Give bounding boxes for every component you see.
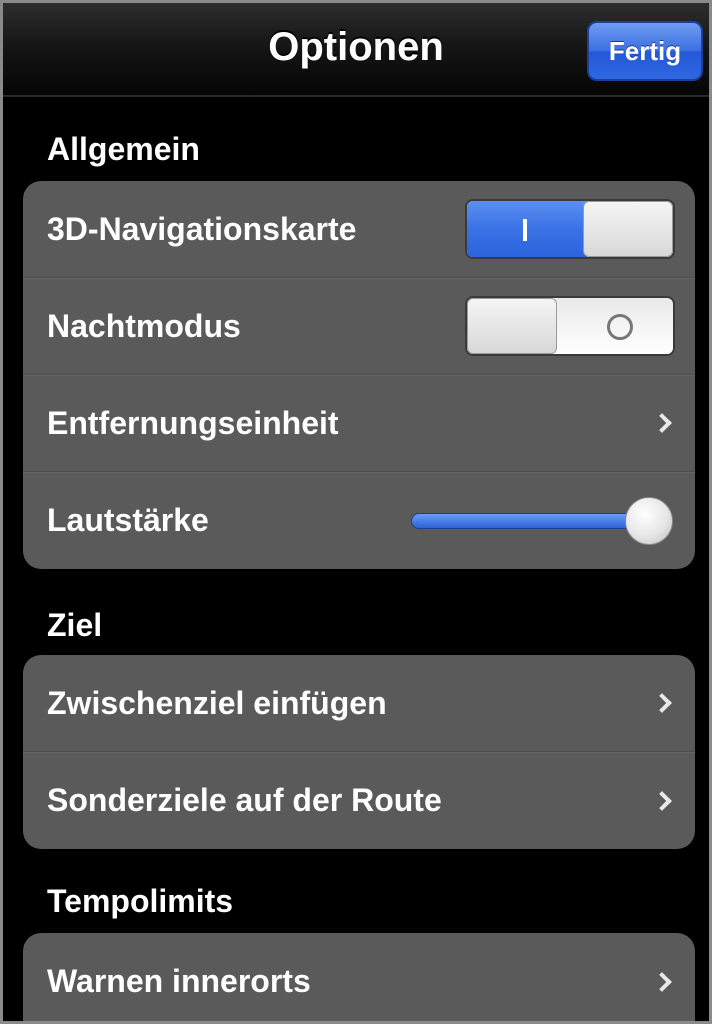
row-label-warn-urban: Warnen innerorts <box>47 963 311 999</box>
section-header-destination: Ziel <box>47 607 103 643</box>
chevron-right-icon <box>652 790 672 811</box>
row-label-volume: Lautstärke <box>47 502 209 538</box>
row-label-night-mode: Nachtmodus <box>47 307 241 344</box>
toggle-off-mark <box>607 314 633 340</box>
section-header-speed-limits: Tempolimits <box>47 883 234 919</box>
section-header-general: Allgemein <box>47 131 200 167</box>
toggle-on-mark <box>523 219 527 241</box>
row-night-mode: Nachtmodus <box>23 278 695 375</box>
row-poi-on-route[interactable]: Sonderziele auf der Route <box>23 752 695 849</box>
done-button[interactable]: Fertig <box>587 21 703 81</box>
row-label-distance-unit: Entfernungseinheit <box>47 404 339 441</box>
volume-slider[interactable] <box>411 491 673 551</box>
3d-map-toggle[interactable] <box>465 199 675 259</box>
chevron-right-icon <box>652 413 672 433</box>
row-volume: Lautstärke <box>23 472 695 569</box>
row-label-add-waypoint: Zwischenziel einfügen <box>47 684 387 721</box>
chevron-right-icon <box>652 971 672 992</box>
group-speed-limits: Warnen innerorts <box>23 933 695 1021</box>
row-distance-unit[interactable]: Entfernungseinheit <box>23 375 695 472</box>
row-add-waypoint[interactable]: Zwischenziel einfügen <box>23 655 695 752</box>
group-general: 3D-Navigationskarte Nachtmodus Entfernun… <box>23 181 695 569</box>
night-mode-toggle[interactable] <box>465 296 675 356</box>
navigation-bar: Optionen Fertig <box>3 3 709 97</box>
row-3d-map: 3D-Navigationskarte <box>23 181 695 278</box>
options-screen: Optionen Fertig Allgemein 3D-Navigations… <box>0 0 712 1024</box>
row-label-poi-on-route: Sonderziele auf der Route <box>47 782 442 818</box>
toggle-on-fill <box>467 201 587 257</box>
chevron-right-icon <box>652 693 672 713</box>
volume-slider-track <box>411 512 651 529</box>
toggle-knob <box>583 201 673 257</box>
toggle-knob <box>467 298 557 354</box>
group-destination: Zwischenziel einfügen Sonderziele auf de… <box>23 655 695 849</box>
row-warn-urban[interactable]: Warnen innerorts <box>23 933 695 1021</box>
row-label-3d-map: 3D-Navigationskarte <box>47 210 357 247</box>
volume-slider-thumb[interactable] <box>625 496 673 545</box>
